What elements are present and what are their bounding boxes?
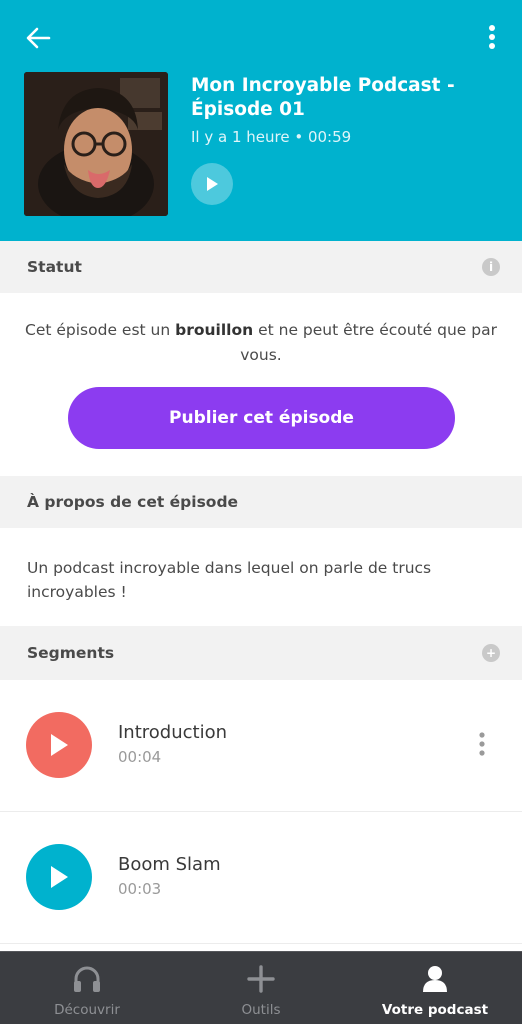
play-icon (51, 866, 68, 888)
headphones-icon (74, 966, 100, 992)
episode-title: Mon Incroyable Podcast - Épisode 01 (191, 75, 455, 120)
plus-icon (247, 965, 275, 993)
bottom-navigation: Découvrir Outils Votre podcast (0, 951, 522, 1024)
play-icon (207, 177, 218, 191)
episode-meta: Il y a 1 heure • 00:59 (191, 128, 352, 146)
segment-menu-button[interactable] (468, 728, 496, 760)
segment-duration: 00:04 (118, 748, 162, 766)
about-section-header: À propos de cet épisode (0, 476, 522, 528)
more-vertical-icon (489, 25, 495, 49)
status-section-header: Statut i (0, 241, 522, 293)
status-text-bold: brouillon (175, 321, 254, 339)
segment-row[interactable]: Introduction 00:04 (0, 680, 522, 812)
user-icon (423, 966, 447, 992)
nav-label: Découvrir (54, 1002, 120, 1018)
publish-episode-button[interactable]: Publier cet épisode (68, 387, 455, 449)
status-text-before: Cet épisode est un (25, 321, 171, 339)
segment-title: Introduction (118, 722, 228, 743)
nav-label: Votre podcast (381, 1002, 489, 1018)
arrow-left-icon (26, 27, 51, 49)
back-button[interactable] (22, 24, 54, 52)
more-vertical-icon (479, 732, 485, 756)
status-section-title: Statut (27, 258, 82, 276)
status-text-after: et ne peut être écouté que par vous. (240, 321, 497, 364)
about-section-title: À propos de cet épisode (27, 493, 239, 511)
nav-item-votre-podcast[interactable]: Votre podcast (348, 952, 522, 1024)
episode-header: Mon Incroyable Podcast - Épisode 01 Il y… (0, 0, 522, 241)
play-icon (51, 734, 68, 756)
segment-row[interactable]: Boom Slam 00:03 (0, 812, 522, 944)
episode-screen: Mon Incroyable Podcast - Épisode 01 Il y… (0, 0, 522, 1024)
plus-circle-icon[interactable]: + (482, 644, 500, 662)
status-message: Cet épisode est un brouillon et ne peut … (0, 318, 522, 368)
nav-item-decouvrir[interactable]: Découvrir (0, 952, 174, 1024)
segments-section-header: Segments + (0, 626, 522, 680)
nav-label: Outils (241, 1002, 281, 1018)
info-icon[interactable]: i (482, 258, 500, 276)
segment-duration: 00:03 (118, 880, 162, 898)
episode-description: Un podcast incroyable dans lequel on par… (27, 559, 432, 601)
segment-title: Boom Slam (118, 854, 221, 875)
nav-item-outils[interactable]: Outils (174, 952, 348, 1024)
segment-play-button[interactable] (26, 712, 92, 778)
segments-section-title: Segments (27, 644, 115, 662)
episode-menu-button[interactable] (476, 20, 508, 54)
segment-play-button[interactable] (26, 844, 92, 910)
header-play-button[interactable] (191, 163, 233, 205)
episode-cover-image (24, 72, 168, 216)
